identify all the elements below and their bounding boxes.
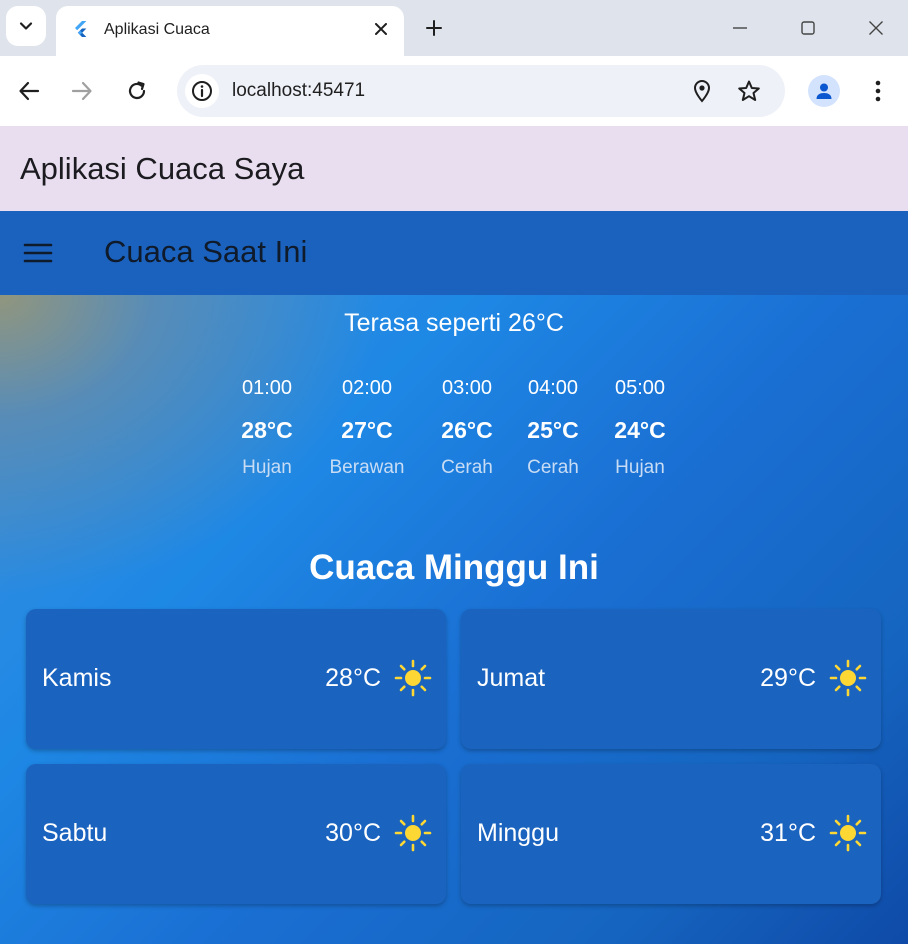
- close-icon: [869, 21, 883, 35]
- flutter-icon: [75, 21, 87, 37]
- app-header: Aplikasi Cuaca Saya: [0, 126, 908, 211]
- more-vertical-icon: [875, 80, 881, 102]
- hourly-item: 05:00 24°C Hujan: [614, 377, 665, 479]
- hour-condition: Cerah: [527, 457, 579, 478]
- hour-time: 02:00: [341, 377, 393, 399]
- weather-content: Terasa seperti 26°C 01:00 28°C Hujan 02:…: [0, 295, 908, 944]
- day-card[interactable]: Kamis 28°C: [26, 609, 446, 749]
- location-button[interactable]: [688, 77, 716, 105]
- maximize-button[interactable]: [794, 14, 822, 42]
- hour-temp: 28°C: [241, 417, 293, 443]
- hour-temp: 24°C: [614, 417, 666, 443]
- sun-icon: [394, 814, 432, 852]
- plus-icon: [426, 20, 442, 36]
- close-icon: [375, 23, 387, 35]
- sun-icon: [829, 659, 867, 697]
- app-title: Aplikasi Cuaca Saya: [20, 151, 305, 186]
- info-icon: [192, 81, 212, 101]
- hour-temp: 25°C: [527, 417, 579, 443]
- hourly-item: 03:00 26°C Cerah: [441, 377, 493, 479]
- day-card[interactable]: Jumat 29°C: [461, 609, 881, 749]
- hour-condition: Berawan: [329, 457, 405, 478]
- minimize-button[interactable]: [726, 14, 754, 42]
- day-card[interactable]: Sabtu 30°C: [26, 764, 446, 904]
- hour-temp: 27°C: [341, 417, 393, 443]
- feels-like-text: Terasa seperti 26°C: [344, 309, 564, 337]
- location-pin-icon: [693, 80, 711, 103]
- hourly-item: 01:00 28°C Hujan: [241, 377, 292, 479]
- address-bar[interactable]: localhost:45471: [177, 65, 785, 117]
- day-name: Sabtu: [42, 819, 108, 847]
- hour-time: 05:00: [614, 377, 666, 399]
- maximize-icon: [801, 21, 815, 35]
- reload-button[interactable]: [121, 75, 153, 107]
- site-info-button[interactable]: [185, 74, 219, 108]
- day-temp: 29°C: [760, 664, 816, 692]
- hamburger-icon: [23, 243, 53, 263]
- day-temp: 31°C: [760, 819, 816, 847]
- day-name: Kamis: [42, 664, 112, 692]
- week-title: Cuaca Minggu Ini: [309, 548, 599, 587]
- sun-icon: [829, 814, 867, 852]
- day-name: Jumat: [477, 664, 546, 692]
- back-button[interactable]: [13, 75, 45, 107]
- day-temp: 30°C: [325, 819, 381, 847]
- hourly-item: 02:00 27°C Berawan: [330, 377, 405, 479]
- page-title: Cuaca Saat Ini: [104, 234, 308, 269]
- reload-icon: [128, 81, 146, 100]
- hour-condition: Cerah: [441, 457, 493, 478]
- window-close-button[interactable]: [862, 14, 890, 42]
- person-icon: [816, 83, 832, 99]
- hourly-item: 04:00 25°C Cerah: [527, 377, 579, 479]
- arrow-left-icon: [19, 81, 40, 101]
- hour-time: 04:00: [527, 377, 579, 399]
- browser-toolbar: localhost:45471: [0, 56, 908, 126]
- tab-close-button[interactable]: [370, 18, 392, 40]
- app-bar: Cuaca Saat Ini: [0, 211, 908, 295]
- bookmark-button[interactable]: [735, 77, 763, 105]
- browser-tab-bar: Aplikasi Cuaca: [0, 0, 908, 56]
- browser-menu-button[interactable]: [864, 75, 892, 107]
- tab-title: Aplikasi Cuaca: [104, 21, 210, 38]
- hour-temp: 26°C: [441, 417, 493, 443]
- hour-time: 01:00: [241, 377, 293, 399]
- chevron-down-icon: [19, 22, 33, 30]
- profile-button[interactable]: [808, 75, 840, 107]
- arrow-right-icon: [71, 81, 92, 101]
- day-temp: 28°C: [325, 664, 381, 692]
- forward-button[interactable]: [66, 75, 98, 107]
- tab-search-button[interactable]: [6, 6, 46, 46]
- star-icon: [738, 80, 760, 101]
- hour-condition: Hujan: [615, 457, 665, 478]
- menu-button[interactable]: [22, 239, 54, 267]
- browser-tab[interactable]: Aplikasi Cuaca: [56, 6, 404, 56]
- minimize-icon: [733, 27, 747, 29]
- day-card[interactable]: Minggu 31°C: [461, 764, 881, 904]
- day-name: Minggu: [477, 819, 559, 847]
- url-text[interactable]: localhost:45471: [232, 80, 365, 102]
- hour-time: 03:00: [441, 377, 493, 399]
- sun-icon: [394, 659, 432, 697]
- new-tab-button[interactable]: [420, 14, 448, 42]
- hour-condition: Hujan: [242, 457, 292, 478]
